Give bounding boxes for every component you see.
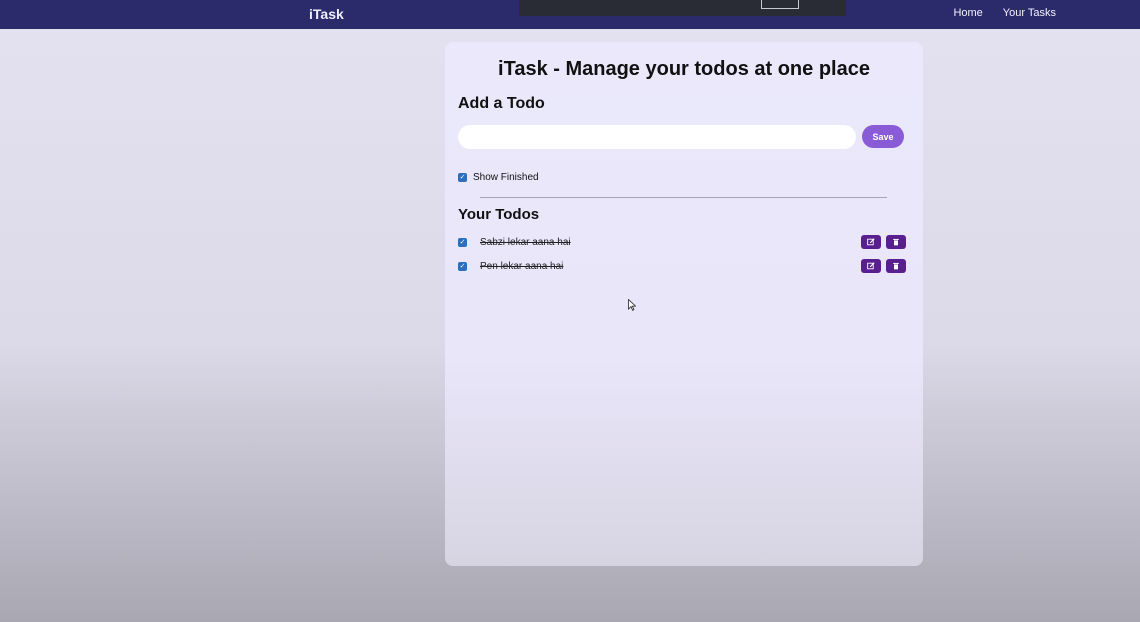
nav-link-home[interactable]: Home bbox=[953, 7, 982, 19]
edit-icon bbox=[867, 238, 875, 246]
edit-icon bbox=[867, 262, 875, 270]
todo-item: ✓ Sabzi lekar aana hai bbox=[458, 235, 908, 251]
edit-button[interactable] bbox=[861, 235, 881, 249]
todo-item: ✓ Pen lekar aana hai bbox=[458, 259, 908, 275]
todo-input[interactable] bbox=[458, 125, 856, 149]
save-button[interactable]: Save bbox=[862, 125, 904, 148]
show-finished-toggle[interactable]: ✓ Show Finished bbox=[458, 172, 539, 183]
nav-links: Home Your Tasks bbox=[953, 7, 1056, 19]
trash-icon bbox=[893, 238, 899, 246]
show-finished-label: Show Finished bbox=[473, 172, 539, 183]
todo-card: iTask - Manage your todos at one place A… bbox=[445, 42, 923, 566]
overlay-handle bbox=[761, 0, 799, 9]
divider bbox=[480, 197, 887, 198]
todo-text: Pen lekar aana hai bbox=[480, 261, 564, 272]
mouse-pointer-icon bbox=[628, 299, 636, 311]
screen-overlay-bar bbox=[519, 0, 846, 16]
add-todo-heading: Add a Todo bbox=[458, 95, 545, 112]
page-title: iTask - Manage your todos at one place bbox=[498, 58, 870, 80]
nav-link-your-tasks[interactable]: Your Tasks bbox=[1003, 7, 1056, 19]
todo-text: Sabzi lekar aana hai bbox=[480, 237, 571, 248]
delete-button[interactable] bbox=[886, 259, 906, 273]
brand-logo[interactable]: iTask bbox=[309, 6, 344, 22]
show-finished-checkbox[interactable]: ✓ bbox=[458, 173, 467, 182]
todo-checkbox[interactable]: ✓ bbox=[458, 262, 467, 271]
edit-button[interactable] bbox=[861, 259, 881, 273]
trash-icon bbox=[893, 262, 899, 270]
todo-checkbox[interactable]: ✓ bbox=[458, 238, 467, 247]
delete-button[interactable] bbox=[886, 235, 906, 249]
your-todos-heading: Your Todos bbox=[458, 206, 540, 223]
